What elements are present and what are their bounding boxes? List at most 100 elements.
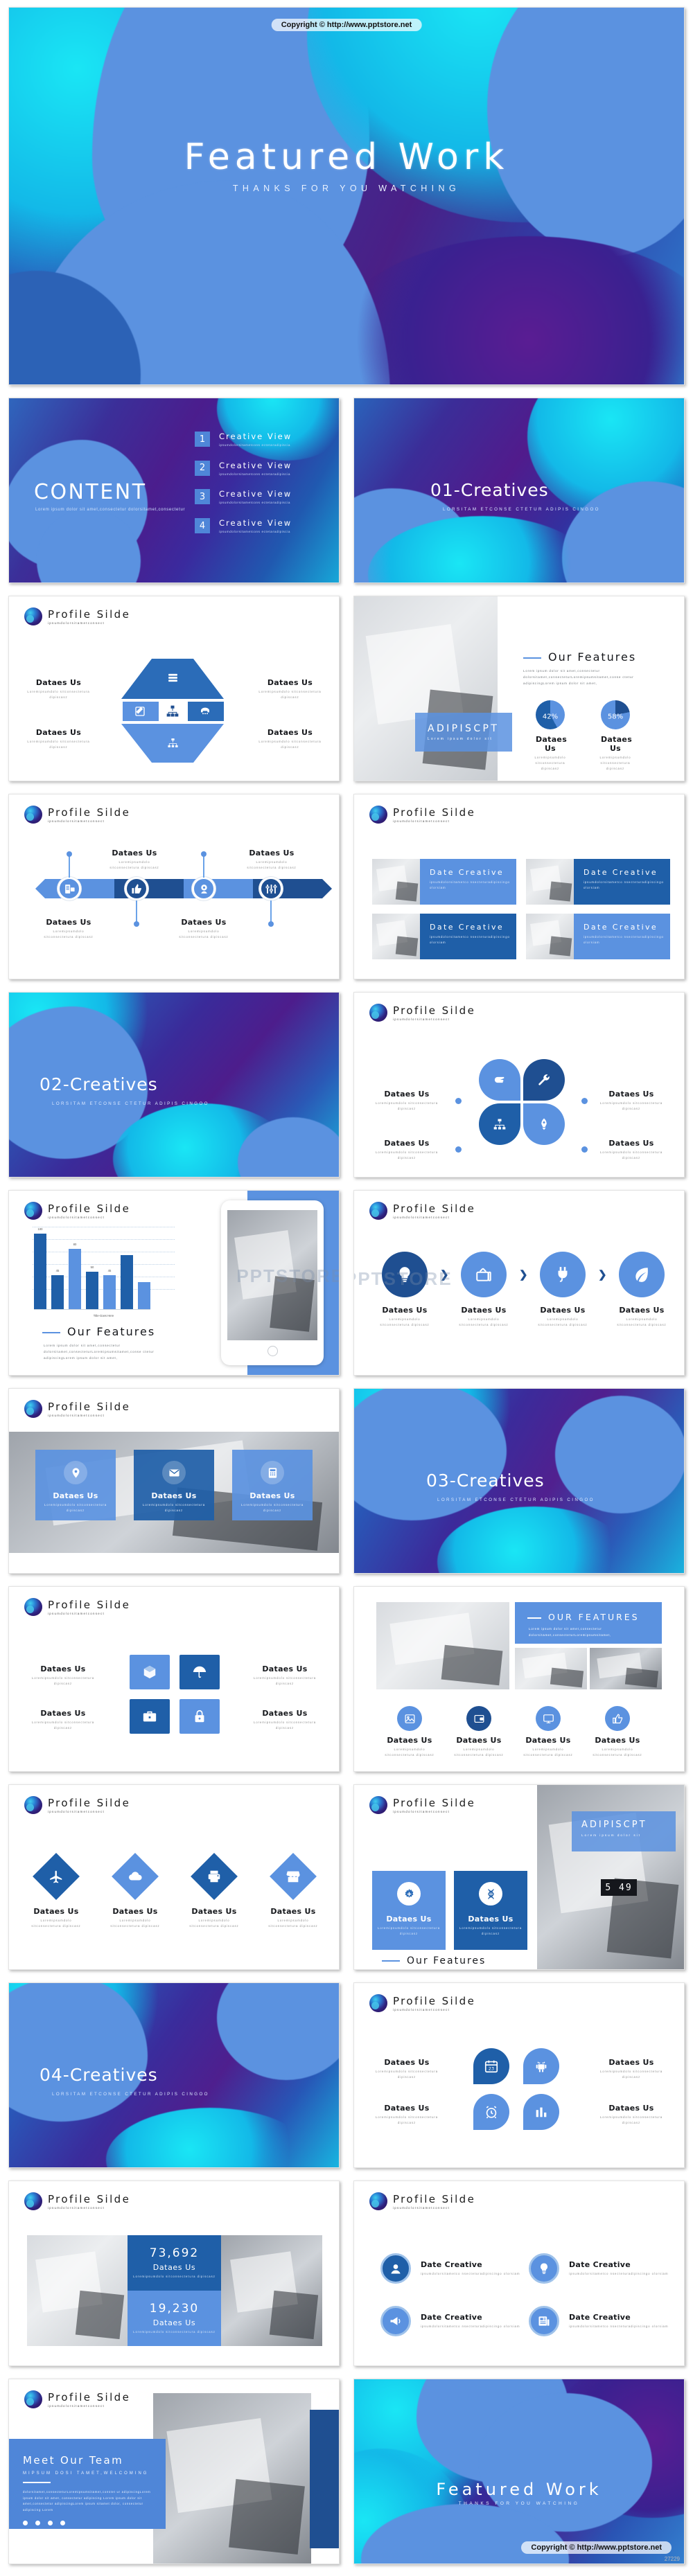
leaf-icon-4[interactable] bbox=[523, 2094, 559, 2130]
lightbulb-icon bbox=[399, 1267, 410, 1282]
process-circle-4[interactable] bbox=[619, 1252, 665, 1297]
desk-photo bbox=[354, 596, 498, 781]
timeline-node-4[interactable] bbox=[259, 877, 283, 900]
badge-row-2[interactable]: Date Creative ipsumdolorsitametco nsecte… bbox=[529, 2253, 668, 2284]
box-feature-2[interactable]: Dataes Us Loremipsumdolo sitconsectetura… bbox=[454, 1871, 527, 1950]
profile-header: Profile Silde ipsumdolorsitametconsect bbox=[24, 806, 130, 824]
slide-three-cards[interactable]: Profile Silde ipsumdolorsitametconsect D… bbox=[8, 1388, 340, 1574]
square-icon-4[interactable] bbox=[179, 1699, 220, 1734]
diamond-top-right[interactable] bbox=[193, 659, 224, 699]
team-title: Meet Our Team bbox=[23, 2454, 124, 2467]
petal-3[interactable] bbox=[479, 1103, 520, 1145]
diamond-top-left[interactable] bbox=[121, 659, 152, 699]
bar[interactable] bbox=[121, 1254, 133, 1309]
content-heading: CONTENT bbox=[34, 480, 147, 504]
slide-closing-featured-work[interactable]: Featured Work THANKS FOR YOU WATCHING Co… bbox=[353, 2379, 685, 2564]
square-icon-1[interactable] bbox=[130, 1655, 170, 1689]
timeline-node-3[interactable] bbox=[192, 877, 216, 900]
date-card-1[interactable]: Date Creative ipsumdolorsitametco nsecte… bbox=[372, 859, 516, 905]
feature-icon-3[interactable] bbox=[536, 1706, 561, 1731]
petal-dot bbox=[581, 1098, 588, 1104]
list-item[interactable]: 3 Creative View ipsumdolorsitametcons ec… bbox=[195, 489, 292, 506]
slide-square-icons[interactable]: Profile Silde ipsumdolorsitametconsect D… bbox=[8, 1586, 340, 1772]
date-card-2[interactable]: Date Creative ipsumdolorsitametco nsecte… bbox=[526, 859, 670, 905]
slide-section-04[interactable]: 04-Creatives LORSITAM ETCONSE CTETUR ADI… bbox=[8, 1982, 340, 2168]
slide-process-arrows[interactable]: Profile Silde ipsumdolorsitametconsect ❯… bbox=[353, 1190, 685, 1376]
date-card-4[interactable]: Date Creative ipsumdolorsitametco nsecte… bbox=[526, 914, 670, 959]
diamond-bottom-left[interactable] bbox=[121, 724, 152, 763]
leaf-icon-1[interactable]: 23 bbox=[473, 2048, 509, 2084]
slide-our-features-pies[interactable]: ADIPISCPT Lorem ipsum dolor sit Our Feat… bbox=[353, 596, 685, 781]
diamond-bottom-right[interactable] bbox=[193, 724, 224, 763]
process-circle-3[interactable] bbox=[540, 1252, 586, 1297]
features-heading-block: Our Features Lorem ipsum dolor sit amet,… bbox=[523, 650, 659, 687]
slide-section-03[interactable]: 03-Creatives LORSITAM ETCONSE CTETUR ADI… bbox=[353, 1388, 685, 1574]
timeline-label-bot-2: Dataes Us Loremipsumdolo sitconsectetura … bbox=[179, 918, 229, 939]
timeline-node-1[interactable] bbox=[58, 877, 81, 900]
list-item[interactable]: 1 Creative View ipsumdolorsitametcons ec… bbox=[195, 432, 292, 449]
slide-leaf-icons[interactable]: Profile Silde ipsumdolorsitametconsect 2… bbox=[353, 1982, 685, 2168]
slide-content[interactable]: CONTENT Lorem ipsum dolor sit amet,conse… bbox=[8, 398, 340, 583]
diamond-icon-4[interactable] bbox=[270, 1853, 317, 1900]
slide-stats[interactable]: Profile Silde ipsumdolorsitametconsect 7… bbox=[8, 2180, 340, 2366]
bar[interactable]: 100 bbox=[34, 1227, 46, 1309]
timeline-node-2[interactable] bbox=[125, 877, 148, 900]
slide-petal-infographic[interactable]: Profile Silde ipsumdolorsitametconsect D… bbox=[353, 992, 685, 1178]
feature-icon-1[interactable] bbox=[397, 1706, 422, 1731]
diamond-icon-1[interactable] bbox=[33, 1853, 80, 1900]
slide-section-02[interactable]: 02-Creatives LORSITAM ETCONSE CTETUR ADI… bbox=[8, 992, 340, 1178]
list-item[interactable]: 4 Creative View ipsumdolorsitametcons ec… bbox=[195, 518, 292, 535]
date-card-3[interactable]: Date Creative ipsumdolorsitametco nsecte… bbox=[372, 914, 516, 959]
leaf-icon-2[interactable] bbox=[523, 2048, 559, 2084]
feature-card-3[interactable]: Dataes Us Loremipsumdolo sitconsectetura… bbox=[232, 1450, 313, 1520]
bar[interactable]: 50 bbox=[86, 1265, 98, 1309]
slide-our-features-grid[interactable]: OUR FEATURES Lorem ipsum dolor sit amet,… bbox=[353, 1586, 685, 1772]
calendar-icon: 23 bbox=[484, 2060, 498, 2073]
bar[interactable]: 80 bbox=[69, 1243, 81, 1309]
feature-icon-2[interactable] bbox=[466, 1706, 491, 1731]
badge-row-3[interactable]: Date Creative ipsumdolorsitametco nsecte… bbox=[380, 2306, 520, 2336]
leaf-icon-3[interactable] bbox=[473, 2094, 509, 2130]
bar[interactable]: 45 bbox=[51, 1269, 64, 1309]
grid-photo-2 bbox=[515, 1648, 587, 1689]
bar[interactable]: 45 bbox=[103, 1269, 116, 1309]
slide-section-01[interactable]: 01-Creatives LORSITAM ETCONSE CTETUR ADI… bbox=[353, 398, 685, 583]
feature-icon-4[interactable] bbox=[605, 1706, 630, 1731]
bar[interactable] bbox=[138, 1281, 150, 1309]
square-icon-3[interactable] bbox=[130, 1699, 170, 1734]
slide-four-diamonds[interactable]: Profile Silde ipsumdolorsitametconsect D… bbox=[8, 1784, 340, 1970]
slide-timeline[interactable]: Profile Silde ipsumdolorsitametconsect D… bbox=[8, 794, 340, 979]
profile-title: Profile Silde bbox=[393, 2193, 476, 2205]
petal-2[interactable] bbox=[523, 1059, 565, 1101]
team-pagination-dots[interactable] bbox=[23, 2521, 152, 2526]
slide-hero-featured-work[interactable]: Featured Work THANKS FOR YOU WATCHING Co… bbox=[8, 7, 685, 385]
stat-box-2[interactable]: 19,230 Dataes Us Loremipsumdolo sitconse… bbox=[128, 2291, 221, 2346]
sliders-icon bbox=[265, 884, 277, 894]
list-item[interactable]: 2 Creative View ipsumdolorsitametcons ec… bbox=[195, 460, 292, 478]
slide-bar-chart[interactable]: Profile Silde ipsumdolorsitametconsect 1… bbox=[8, 1190, 340, 1376]
slide-diamond-infographic[interactable]: Profile Silde ipsumdolorsitametconsect D… bbox=[8, 596, 340, 781]
box-feature-1[interactable]: Dataes Us Loremipsumdolo sitconsectetura… bbox=[372, 1871, 446, 1950]
feature-card-2[interactable]: Dataes Us Loremipsumdolo sitconsectetura… bbox=[134, 1450, 214, 1520]
stat-box-1[interactable]: 73,692 Dataes Us Loremipsumdolo sitconse… bbox=[128, 2235, 221, 2291]
diamond-icon-3[interactable] bbox=[191, 1853, 238, 1900]
process-circle-1[interactable] bbox=[382, 1252, 428, 1297]
feature-card-1[interactable]: Dataes Us Loremipsumdolo sitconsectetura… bbox=[35, 1450, 116, 1520]
features-heading: Our Features bbox=[382, 1955, 486, 1966]
content-item-desc: ipsumdolorsitametcons ectetaradipiscia bbox=[219, 530, 290, 534]
petal-4[interactable] bbox=[523, 1103, 565, 1145]
petal-1[interactable] bbox=[479, 1059, 520, 1101]
bar-label: 45 bbox=[55, 1268, 60, 1272]
slide-badge-list[interactable]: Profile Silde ipsumdolorsitametconsect D… bbox=[353, 2180, 685, 2366]
slide-meet-our-team[interactable]: Profile Silde ipsumdolorsitametconsect M… bbox=[8, 2379, 340, 2564]
square-icon-2[interactable] bbox=[179, 1655, 220, 1689]
stat-label: Dataes Us bbox=[152, 2263, 196, 2273]
pie-graphic: 58% bbox=[601, 700, 630, 729]
map-pin-icon bbox=[200, 884, 207, 894]
process-circle-2[interactable] bbox=[461, 1252, 507, 1297]
badge-row-4[interactable]: Date Creative ipsumdolorsitametco nsecte… bbox=[529, 2306, 668, 2336]
diamond-icon-2[interactable] bbox=[112, 1853, 159, 1900]
slide-date-creative-cards[interactable]: Profile Silde ipsumdolorsitametconsect D… bbox=[353, 794, 685, 979]
badge-row-1[interactable]: Date Creative ipsumdolorsitametco nsecte… bbox=[380, 2253, 520, 2284]
slide-two-box-features[interactable]: Profile Silde ipsumdolorsitametconsect A… bbox=[353, 1784, 685, 1970]
